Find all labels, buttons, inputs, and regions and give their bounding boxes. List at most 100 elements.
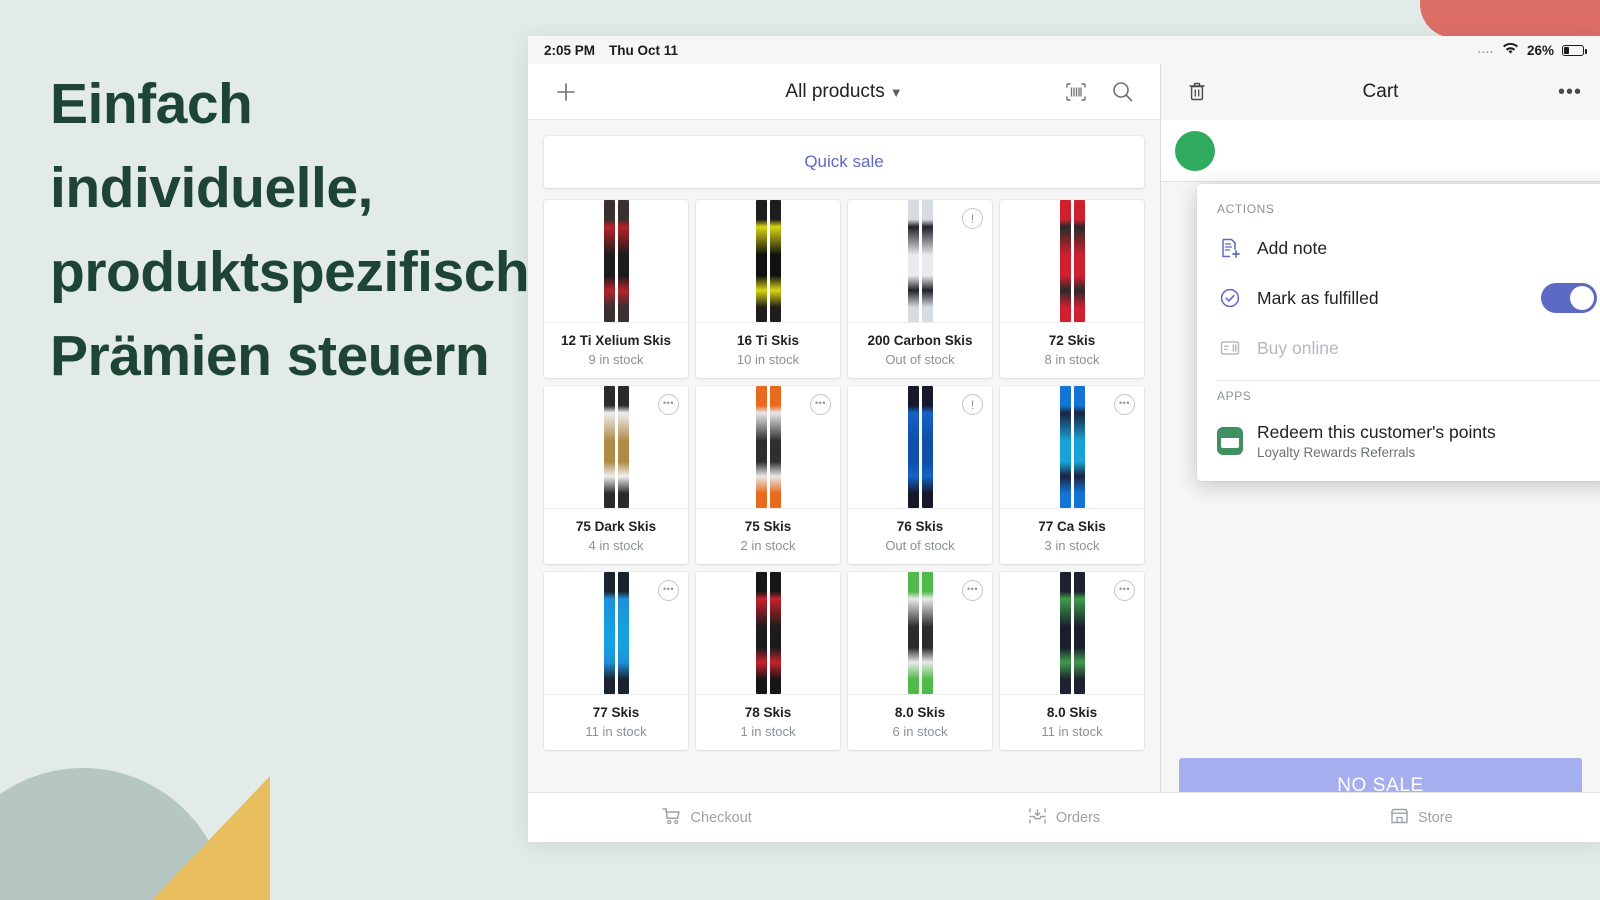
- product-more-options-icon[interactable]: •••: [962, 580, 983, 601]
- product-card[interactable]: 78 Skis 1 in stock: [696, 572, 840, 750]
- product-card[interactable]: ••• 75 Dark Skis 4 in stock: [544, 386, 688, 564]
- product-title: 8.0 Skis: [894, 705, 946, 720]
- decorative-triangle: [152, 776, 270, 900]
- more-horizontal-icon[interactable]: •••: [1558, 81, 1582, 104]
- popover-app-label: Redeem this customer's points: [1257, 422, 1496, 442]
- popover-apps-heading: APPS: [1217, 389, 1252, 403]
- popover-item-add-note[interactable]: Add note: [1197, 224, 1600, 272]
- product-image: •••: [1000, 572, 1144, 694]
- signal-dots-icon: ....: [1477, 44, 1494, 56]
- cart-customer-row[interactable]: [1161, 120, 1600, 182]
- product-meta: 75 Skis 2 in stock: [696, 508, 840, 564]
- cart-icon: [661, 807, 682, 829]
- product-card[interactable]: ••• 8.0 Skis 6 in stock: [848, 572, 992, 750]
- avatar: [1175, 130, 1215, 171]
- battery-icon: [1562, 44, 1587, 56]
- note-add-icon: [1217, 235, 1243, 261]
- loyalty-app-icon: [1217, 427, 1243, 455]
- product-title: 200 Carbon Skis: [867, 333, 973, 348]
- product-image: [696, 200, 840, 322]
- product-grid: 12 Ti Xelium Skis 9 in stock 16 Ti Skis 10 …: [544, 200, 1144, 750]
- product-image: [1000, 200, 1144, 322]
- product-image: [696, 572, 840, 694]
- product-stock: Out of stock: [885, 538, 955, 553]
- decorative-red-shape: [1420, 0, 1600, 38]
- product-image: •••: [1000, 386, 1144, 508]
- cart-pane: Cart ••• ACTIONS Add note Mark as fulfil…: [1160, 64, 1600, 842]
- product-stock: 6 in stock: [892, 724, 948, 739]
- product-meta: 76 Skis Out of stock: [848, 508, 992, 564]
- tab-orders[interactable]: Orders: [885, 807, 1242, 829]
- product-card[interactable]: ••• 77 Ca Skis 3 in stock: [1000, 386, 1144, 564]
- wifi-icon: [1502, 42, 1519, 58]
- product-image: •••: [696, 386, 840, 508]
- pos-device-screen: 2:05 PM Thu Oct 11 .... 26% All products…: [528, 36, 1600, 842]
- product-meta: 77 Skis 11 in stock: [544, 694, 688, 750]
- status-bar-time: 2:05 PM: [544, 42, 596, 58]
- card-reader-icon: [1217, 335, 1243, 361]
- product-stock: 3 in stock: [1044, 538, 1100, 553]
- tab-label: Checkout: [690, 809, 752, 826]
- product-more-options-icon[interactable]: •••: [810, 394, 831, 415]
- product-card[interactable]: ! 200 Carbon Skis Out of stock: [848, 200, 992, 378]
- product-stock: 11 in stock: [585, 724, 647, 739]
- popover-item-mark-as-fulfilled[interactable]: Mark as fulfilled: [1197, 272, 1600, 324]
- product-card[interactable]: ••• 75 Skis 2 in stock: [696, 386, 840, 564]
- product-title: 78 Skis: [744, 705, 792, 720]
- product-meta: 75 Dark Skis 4 in stock: [544, 508, 688, 564]
- product-more-options-icon[interactable]: •••: [658, 580, 679, 601]
- product-stock: 11 in stock: [1041, 724, 1103, 739]
- product-title: 12 Ti Xelium Skis: [560, 333, 672, 348]
- product-image: !: [848, 200, 992, 322]
- product-card[interactable]: ! 76 Skis Out of stock: [848, 386, 992, 564]
- product-title: 76 Skis: [896, 519, 944, 534]
- tab-store[interactable]: Store: [1243, 807, 1600, 829]
- product-title: 16 Ti Skis: [736, 333, 800, 348]
- trash-icon[interactable]: [1179, 74, 1215, 110]
- product-more-options-icon[interactable]: •••: [1114, 580, 1135, 601]
- popover-item-redeem-points[interactable]: Redeem this customer's points Loyalty Re…: [1197, 411, 1600, 471]
- product-more-options-icon[interactable]: •••: [658, 394, 679, 415]
- product-card[interactable]: ••• 77 Skis 11 in stock: [544, 572, 688, 750]
- out-of-stock-warning-icon: !: [962, 208, 983, 229]
- product-card[interactable]: ••• 8.0 Skis 11 in stock: [1000, 572, 1144, 750]
- product-image: [544, 200, 688, 322]
- barcode-scanner-icon[interactable]: [1058, 74, 1094, 110]
- product-meta: 77 Ca Skis 3 in stock: [1000, 508, 1144, 564]
- orders-inbox-icon: [1028, 807, 1047, 829]
- cart-toolbar: Cart •••: [1161, 64, 1600, 120]
- popover-item-label: Mark as fulfilled: [1257, 287, 1379, 308]
- product-more-options-icon[interactable]: •••: [1114, 394, 1135, 415]
- popover-divider: [1217, 380, 1600, 381]
- product-stock: 1 in stock: [740, 724, 796, 739]
- search-icon[interactable]: [1104, 74, 1140, 110]
- mark-as-fulfilled-toggle[interactable]: [1541, 283, 1597, 313]
- products-pane: All products ▼ Quick sale 12 Ti Xelium S…: [528, 64, 1160, 842]
- cart-body: ACTIONS Add note Mark as fulfilled Buy o…: [1161, 120, 1600, 740]
- quick-sale-button[interactable]: Quick sale: [544, 136, 1144, 188]
- popover-item-label: Add note: [1257, 237, 1328, 258]
- battery-percent-label: 26%: [1526, 42, 1554, 58]
- product-image: !: [848, 386, 992, 508]
- product-title: 72 Skis: [1048, 333, 1096, 348]
- product-stock: 10 in stock: [736, 352, 800, 367]
- bottom-tab-bar: Checkout Orders Store: [528, 792, 1600, 842]
- plus-icon[interactable]: [548, 74, 584, 110]
- product-stock: 4 in stock: [588, 538, 644, 553]
- product-meta: 72 Skis 8 in stock: [1000, 322, 1144, 378]
- product-meta: 8.0 Skis 11 in stock: [1000, 694, 1144, 750]
- product-meta: 16 Ti Skis 10 in stock: [696, 322, 840, 378]
- product-image: •••: [544, 386, 688, 508]
- popover-item-buy-online[interactable]: Buy online: [1197, 324, 1600, 372]
- cart-actions-popover: ACTIONS Add note Mark as fulfilled Buy o…: [1197, 184, 1600, 481]
- cart-title: Cart: [1362, 81, 1399, 102]
- product-filter-label: All products: [785, 80, 885, 102]
- tab-checkout[interactable]: Checkout: [528, 807, 885, 829]
- product-stock: 2 in stock: [740, 538, 796, 553]
- storefront-icon: [1390, 807, 1409, 829]
- product-card[interactable]: 12 Ti Xelium Skis 9 in stock: [544, 200, 688, 378]
- product-stock: Out of stock: [885, 352, 955, 367]
- product-card[interactable]: 72 Skis 8 in stock: [1000, 200, 1144, 378]
- popover-app-sublabel: Loyalty Rewards Referrals: [1257, 445, 1416, 460]
- product-card[interactable]: 16 Ti Skis 10 in stock: [696, 200, 840, 378]
